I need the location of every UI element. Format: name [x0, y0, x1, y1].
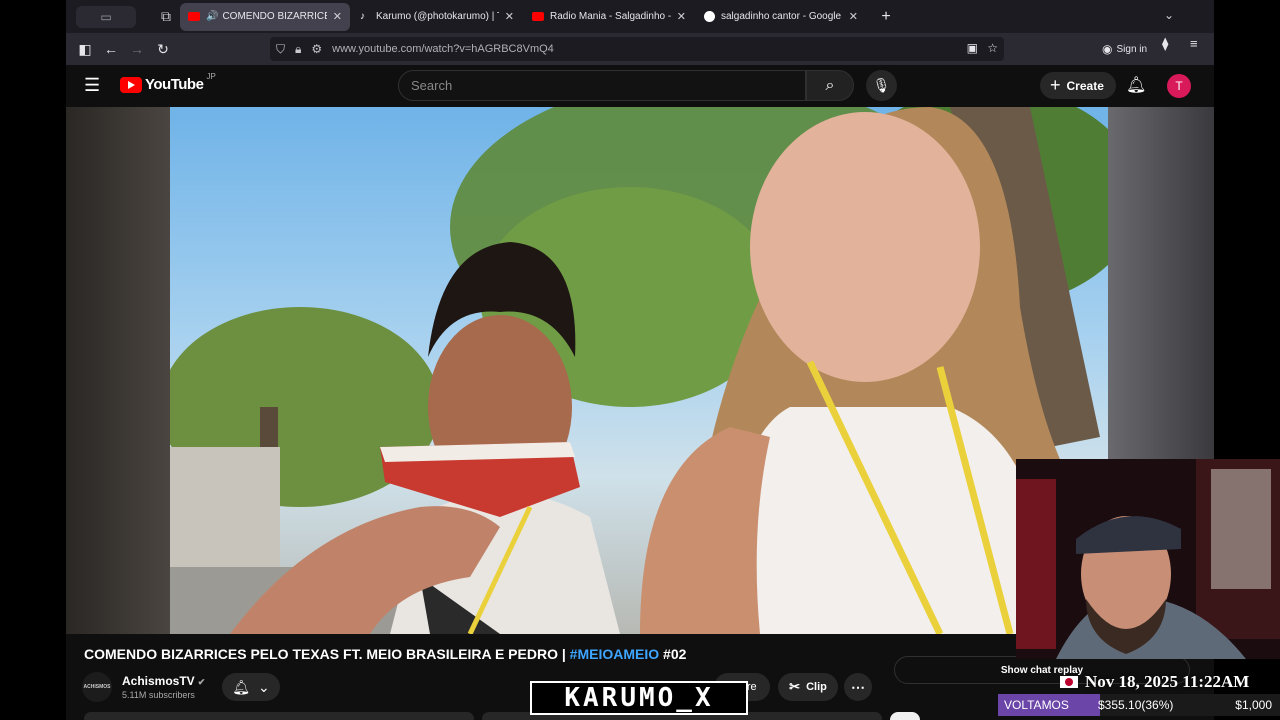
- datetime-text: Nov 18, 2025 11:22AM: [1085, 672, 1250, 691]
- tab-label: salgadinho cantor - Google Search: [721, 11, 843, 22]
- tab-radio-mania[interactable]: Radio Mania - Salgadinho - Ainda ✕: [524, 3, 694, 31]
- url-text[interactable]: www.youtube.com/watch?v=hAGRBC8VmQ4: [332, 43, 554, 55]
- video-scene: [170, 107, 1108, 634]
- goal-current-amount: $355.10(36%): [1098, 698, 1174, 712]
- back-button[interactable]: ←: [98, 36, 124, 62]
- filter-chip-all[interactable]: [890, 712, 920, 720]
- more-actions-button[interactable]: ⋯: [844, 673, 872, 701]
- scissors-icon: ✂: [789, 679, 801, 694]
- tab-tiktok[interactable]: ♪ Karumo (@photokarumo) | TikTok ✕: [352, 3, 522, 31]
- youtube-logo[interactable]: YouTube JP: [120, 72, 216, 93]
- list-all-tabs-button[interactable]: ⌄: [1164, 8, 1174, 22]
- account-icon: ◉: [1102, 42, 1113, 56]
- japan-flag-icon: [1060, 676, 1078, 688]
- goal-target-amount: $1,000: [1235, 698, 1272, 712]
- tabs-icon: ⧉: [161, 8, 171, 24]
- picture-in-picture-icon[interactable]: ▣: [967, 41, 978, 55]
- tab-youtube-video[interactable]: 🔊 COMENDO BIZARRICES PELO TEXAS ✕: [180, 2, 350, 31]
- microphone-icon: 🎙︎: [872, 77, 891, 93]
- youtube-wordmark: YouTube: [145, 76, 204, 93]
- search-box[interactable]: [398, 70, 806, 101]
- sidebar-button[interactable]: ◧: [72, 36, 98, 62]
- more-horizontal-icon: ⋯: [851, 678, 865, 695]
- arrow-left-icon: ←: [104, 41, 118, 57]
- arrow-right-icon: →: [130, 41, 144, 57]
- channel-name-text[interactable]: AchismosTV: [122, 674, 195, 688]
- verified-icon: ✔: [197, 677, 206, 687]
- tab-google-search[interactable]: salgadinho cantor - Google Search ✕: [696, 3, 866, 31]
- youtube-icon: [532, 12, 544, 21]
- shield-icon[interactable]: ⛉: [276, 42, 285, 57]
- create-label: Create: [1066, 78, 1104, 93]
- clip-label: Clip: [806, 681, 827, 693]
- sign-in-button[interactable]: ◉ Sign in: [1096, 37, 1153, 61]
- sidebar-icon: ◧: [78, 40, 92, 57]
- tiktok-icon: ♪: [360, 11, 365, 22]
- chevron-down-icon: ⌄: [1163, 8, 1174, 22]
- video-title-suffix: #02: [659, 646, 687, 662]
- streamer-webcam: [1016, 459, 1280, 659]
- sidebar-toggle[interactable]: ▭: [76, 5, 136, 28]
- description-box[interactable]: [84, 712, 474, 720]
- new-tab-button[interactable]: +: [874, 8, 898, 26]
- streamer-name-overlay: KARUMO_X: [530, 681, 748, 715]
- create-button[interactable]: + Create: [1040, 72, 1116, 99]
- youtube-play-icon: [120, 76, 142, 93]
- plus-icon: +: [1050, 75, 1061, 95]
- video-title-text: COMENDO BIZARRICES PELO TEXAS FT. MEIO B…: [84, 646, 570, 662]
- clip-button[interactable]: ✂ Clip: [778, 673, 838, 701]
- menu-icon[interactable]: ≡: [1190, 36, 1198, 51]
- channel-row: ACHISMOS AchismosTV ✔ 5.11M subscribers: [82, 672, 205, 702]
- notifications-bell-icon[interactable]: 🔔︎: [1126, 75, 1146, 95]
- close-icon[interactable]: ✕: [677, 10, 686, 23]
- voice-search-button[interactable]: 🎙︎: [866, 70, 897, 101]
- search-icon: ⌕: [825, 76, 835, 94]
- address-bar[interactable]: ⛉ 🔒︎ ⚙ www.youtube.com/watch?v=hAGRBC8Vm…: [270, 37, 1004, 61]
- chevron-down-icon: ⌄: [258, 678, 270, 695]
- lock-icon[interactable]: 🔒︎: [295, 42, 301, 57]
- google-icon: [704, 11, 715, 22]
- search-input[interactable]: [411, 78, 805, 93]
- donation-goal-bar: VOLTAMOS $355.10(36%) $1,000: [998, 694, 1280, 716]
- navigation-bar: ◧ ← → ↻ ⛉ 🔒︎ ⚙ www.youtube.com/watch?v=h…: [66, 33, 1214, 65]
- channel-info: AchismosTV ✔ 5.11M subscribers: [122, 674, 205, 700]
- forward-button[interactable]: →: [124, 36, 150, 62]
- datetime-overlay: Nov 18, 2025 11:22AM: [1060, 672, 1249, 692]
- youtube-icon: [188, 12, 200, 21]
- close-icon[interactable]: ✕: [505, 10, 514, 23]
- guide-menu-icon[interactable]: ☰: [84, 75, 100, 96]
- extensions-icon[interactable]: ⧫: [1162, 36, 1168, 52]
- speaker-icon[interactable]: 🔊: [206, 11, 218, 22]
- webcam-scene: [1016, 459, 1280, 659]
- close-icon[interactable]: ✕: [849, 10, 858, 23]
- region-code: JP: [206, 72, 216, 81]
- tab-label: Karumo (@photokarumo) | TikTok: [376, 11, 499, 22]
- goal-title: VOLTAMOS: [1004, 698, 1069, 712]
- channel-name[interactable]: AchismosTV ✔: [122, 674, 205, 688]
- reload-button[interactable]: ↻: [150, 36, 176, 62]
- sidebar-icon: ▭: [100, 9, 112, 24]
- ambient-fill-left: [66, 107, 170, 634]
- video-title: COMENDO BIZARRICES PELO TEXAS FT. MEIO B…: [84, 646, 686, 662]
- tab-label: Radio Mania - Salgadinho - Ainda: [550, 11, 671, 22]
- bookmark-star-icon[interactable]: ☆: [987, 41, 998, 55]
- video-frame[interactable]: [170, 107, 1108, 634]
- account-avatar[interactable]: T: [1167, 74, 1191, 98]
- close-icon[interactable]: ✕: [333, 10, 342, 23]
- hashtag-link[interactable]: #MEIOAMEIO: [570, 646, 659, 662]
- firefox-view-button[interactable]: ⧉: [152, 3, 180, 31]
- channel-avatar[interactable]: ACHISMOS: [82, 672, 112, 702]
- tab-label: COMENDO BIZARRICES PELO TEXAS: [222, 11, 326, 22]
- sign-in-label: Sign in: [1116, 43, 1148, 55]
- youtube-header: ☰ YouTube JP ⌕ 🎙︎ + Create 🔔︎ T: [66, 65, 1214, 107]
- search-button[interactable]: ⌕: [806, 70, 854, 101]
- permissions-icon[interactable]: ⚙: [311, 42, 322, 56]
- subscriber-count: 5.11M subscribers: [122, 690, 195, 700]
- bell-icon: 🔔︎: [232, 678, 251, 695]
- subscription-notifications-button[interactable]: 🔔︎ ⌄: [222, 673, 280, 701]
- plus-icon: +: [881, 7, 891, 25]
- reload-icon: ↻: [157, 40, 169, 57]
- tab-bar: ▭ ⧉ 🔊 COMENDO BIZARRICES PELO TEXAS ✕ ♪ …: [66, 0, 1214, 33]
- screen: ▭ ⧉ 🔊 COMENDO BIZARRICES PELO TEXAS ✕ ♪ …: [0, 0, 1280, 720]
